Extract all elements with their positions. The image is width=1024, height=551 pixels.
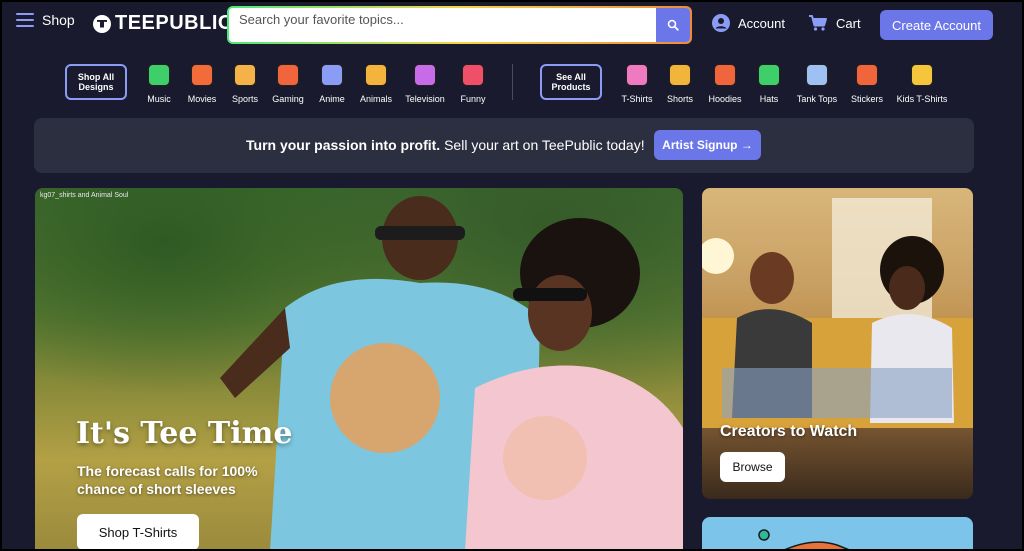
nav-divider [512,64,513,100]
search-button[interactable] [656,8,690,42]
teepublic-logo[interactable]: TEEPUBLIC [93,12,233,35]
product-kids-tshirts[interactable]: Kids T-Shirts [893,64,951,104]
baseball-bat-icon [234,64,256,86]
artist-signup-button[interactable]: Artist Signup → [654,130,761,160]
see-all-products-button[interactable]: See All Products [540,64,602,100]
category-label: Funny [460,94,486,104]
user-icon [712,14,730,32]
create-account-button[interactable]: Create Account [880,10,993,40]
cap-icon [758,64,780,86]
gamepad-icon [277,64,299,86]
category-label: Gaming [272,94,304,104]
category-label: Kids T-Shirts [896,94,948,104]
product-stickers[interactable]: Stickers [838,64,896,104]
banner-bold-text: Turn your passion into profit. [246,137,441,153]
kids-tshirt-icon [911,64,933,86]
laughing-face-icon [462,64,484,86]
search-icon [667,19,679,31]
boombox-icon [148,64,170,86]
tshirt-icon [626,64,648,86]
anime-face-icon [321,64,343,86]
logo-text: TEEPUBLIC [115,12,233,34]
shop-all-designs-button[interactable]: Shop All Designs [65,64,127,100]
cart-icon [809,15,827,31]
shop-menu-label: Shop [42,12,75,28]
banner-text: Turn your passion into profit. Sell your… [246,137,645,153]
hero-tshirts-promo[interactable]: kg07_shirts and Animal Soul It's Tee Tim… [35,188,683,551]
tank-top-icon [806,64,828,86]
account-link[interactable]: Account [712,14,785,32]
hoodie-icon [714,64,736,86]
cat-icon [365,64,387,86]
search-input[interactable] [229,8,656,42]
category-label: Shorts [666,94,693,104]
cart-label: Cart [836,15,861,31]
category-label: Sports [231,94,258,104]
category-label: T-Shirts [621,94,653,104]
hero-title: It's Tee Time [76,416,293,451]
shorts-icon [669,64,691,86]
tv-icon [414,64,436,86]
category-label: Hoodies [708,94,742,104]
category-label: Television [405,94,445,104]
search-inner [229,8,690,42]
category-label: Tank Tops [796,94,838,104]
sticker-icon [856,64,878,86]
category-label: Movies [187,94,217,104]
cart-link[interactable]: Cart [808,14,861,32]
tshirt-logo-icon [93,14,111,33]
category-nav: Shop All Designs Music Movies Sports Gam… [0,60,1024,110]
category-label: Hats [759,94,779,104]
site-header: Shop TEEPUBLIC Account Cart Create Accou… [0,0,1024,52]
category-label: Anime [319,94,345,104]
category-label: Stickers [850,94,883,104]
search-bar [227,6,692,44]
clapperboard-icon [191,64,213,86]
account-label: Account [738,15,785,31]
artist-banner: Turn your passion into profit. Sell your… [34,118,974,173]
category-funny[interactable]: Funny [444,64,502,104]
creators-to-watch-card[interactable]: Creators to Watch Browse [702,188,973,499]
browse-button[interactable]: Browse [720,452,785,482]
shop-menu-button[interactable]: Shop [16,12,75,28]
hero-subtitle: The forecast calls for 100% chance of sh… [77,463,258,497]
promo-illustration [758,529,853,551]
hamburger-icon [16,13,34,27]
hero-photo-credit: kg07_shirts and Animal Soul [40,192,129,199]
category-label: Music [147,94,171,104]
banner-body-text: Sell your art on TeePublic today! [444,137,645,153]
secondary-promo-card[interactable] [702,517,973,551]
category-label: Animals [359,94,392,104]
shop-tshirts-button[interactable]: Shop T-Shirts [77,514,199,550]
creators-title: Creators to Watch [720,423,858,440]
